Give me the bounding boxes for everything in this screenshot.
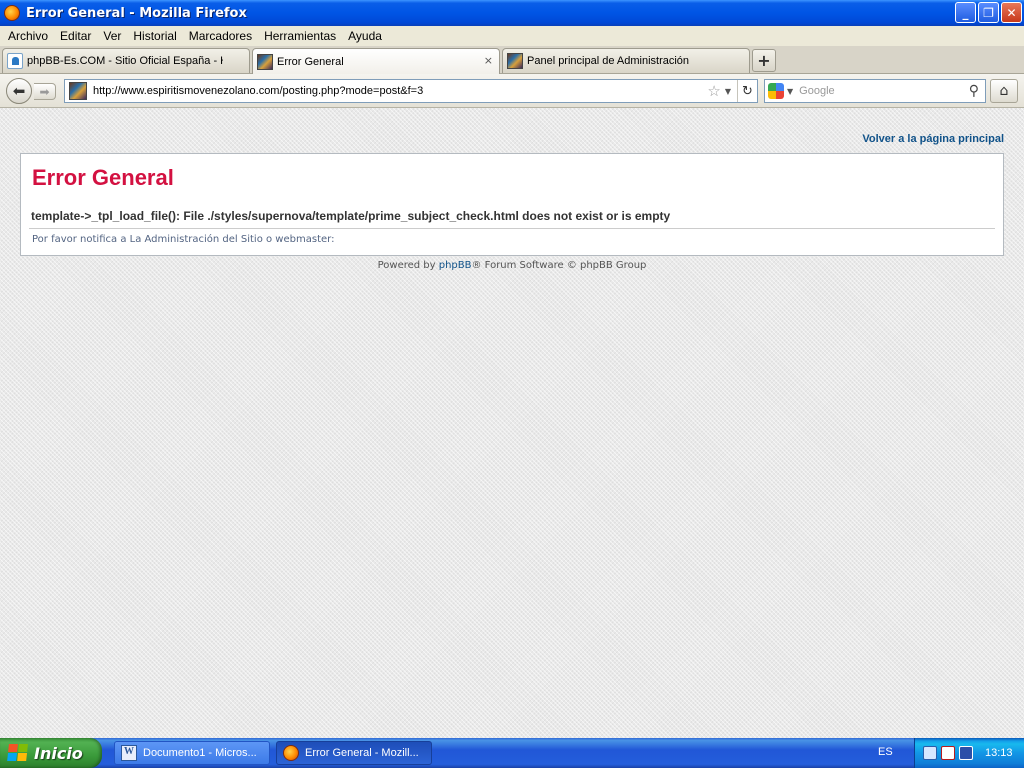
language-indicator[interactable]: ES — [878, 746, 893, 758]
home-icon: ⌂ — [999, 83, 1009, 99]
taskbar-item-label: Documento1 - Micros... — [143, 747, 257, 759]
taskbar: Inicio Documento1 - Micros... Error Gene… — [0, 738, 1024, 768]
address-bar[interactable]: http://www.espiritismovenezolano.com/pos… — [64, 79, 758, 103]
back-button[interactable]: ⬅ — [6, 78, 32, 104]
chevron-down-icon[interactable]: ▼ — [725, 87, 731, 96]
menu-marcadores[interactable]: Marcadores — [183, 29, 258, 43]
menu-herramientas[interactable]: Herramientas — [258, 29, 342, 43]
antivirus-icon[interactable] — [941, 746, 955, 760]
windows-logo-icon — [7, 744, 29, 762]
window-titlebar[interactable]: Error General - Mozilla Firefox _ ❐ ✕ — [0, 0, 1024, 26]
tab-phpbb-es[interactable]: phpBB-Es.COM - Sitio Oficial España - Hi… — [2, 48, 250, 73]
window-title: Error General - Mozilla Firefox — [26, 5, 247, 21]
chevron-down-icon[interactable]: ▼ — [787, 87, 793, 96]
system-tray: 13:13 — [914, 738, 1024, 768]
search-input[interactable]: Google — [799, 85, 969, 97]
tab-label: Error General — [277, 55, 344, 68]
url-input[interactable]: http://www.espiritismovenezolano.com/pos… — [93, 85, 707, 97]
site-favicon-icon — [507, 53, 523, 69]
menu-bar: Archivo Editar Ver Historial Marcadores … — [0, 26, 1024, 46]
tab-label: Panel principal de Administración — [527, 55, 690, 67]
footer-suffix: ® Forum Software © phpBB Group — [471, 260, 647, 271]
word-document-icon — [121, 745, 137, 761]
notify-text: Por favor notifica a La Administración d… — [32, 234, 335, 245]
taskbar-item-documento1[interactable]: Documento1 - Micros... — [114, 741, 270, 765]
taskbar-item-label: Error General - Mozill... — [305, 747, 419, 759]
close-button[interactable]: ✕ — [1001, 2, 1022, 23]
minimize-button[interactable]: _ — [955, 2, 976, 23]
search-bar[interactable]: ▼ Google ⚲ — [764, 79, 986, 103]
tab-error-general[interactable]: Error General × — [252, 48, 500, 74]
menu-archivo[interactable]: Archivo — [2, 29, 54, 43]
reload-icon[interactable]: ↻ — [737, 80, 757, 102]
google-engine-icon[interactable] — [768, 83, 784, 99]
error-message: template->_tpl_load_file(): File ./style… — [31, 209, 671, 223]
site-favicon-icon — [257, 53, 273, 70]
clock[interactable]: 13:13 — [985, 747, 1013, 759]
start-button[interactable]: Inicio — [0, 738, 102, 768]
divider — [29, 228, 995, 229]
menu-historial[interactable]: Historial — [127, 29, 182, 43]
site-identity-icon[interactable] — [69, 82, 87, 100]
navigation-toolbar: ⬅ ➡ http://www.espiritismovenezolano.com… — [0, 74, 1024, 108]
monitor-icon[interactable] — [959, 746, 973, 760]
phpbb-link[interactable]: phpBB — [439, 260, 472, 271]
taskbar-item-firefox[interactable]: Error General - Mozill... — [276, 741, 432, 765]
tab-label: phpBB-Es.COM - Sitio Oficial España - Hi… — [27, 55, 223, 67]
home-button[interactable]: ⌂ — [990, 79, 1018, 103]
error-panel: Error General template->_tpl_load_file()… — [20, 153, 1004, 256]
phpbb-favicon-icon — [7, 53, 23, 69]
magnifier-icon[interactable]: ⚲ — [969, 83, 979, 99]
menu-ayuda[interactable]: Ayuda — [342, 29, 388, 43]
page-title: Error General — [32, 165, 174, 190]
tab-close-icon[interactable]: × — [484, 54, 493, 67]
tab-strip: phpBB-Es.COM - Sitio Oficial España - Hi… — [0, 46, 1024, 74]
footer-prefix: Powered by — [377, 260, 439, 271]
page-content: Volver a la página principal Error Gener… — [0, 108, 1024, 738]
forward-arrow-icon: ➡ — [39, 84, 50, 99]
menu-ver[interactable]: Ver — [97, 29, 127, 43]
back-to-index-link[interactable]: Volver a la página principal — [862, 133, 1004, 145]
new-tab-button[interactable]: + — [752, 49, 776, 72]
start-label: Inicio — [34, 743, 83, 763]
back-arrow-icon: ⬅ — [12, 82, 26, 100]
firefox-icon — [4, 5, 20, 21]
network-icon[interactable] — [923, 746, 937, 760]
bookmark-star-icon[interactable]: ☆ — [707, 82, 720, 100]
window-controls: _ ❐ ✕ — [955, 2, 1022, 23]
forward-button[interactable]: ➡ — [34, 83, 56, 100]
footer-powered-by: Powered by phpBB® Forum Software © phpBB… — [0, 260, 1024, 271]
restore-button[interactable]: ❐ — [978, 2, 999, 23]
tab-panel-administracion[interactable]: Panel principal de Administración — [502, 48, 750, 73]
menu-editar[interactable]: Editar — [54, 29, 97, 43]
firefox-icon — [283, 745, 299, 761]
